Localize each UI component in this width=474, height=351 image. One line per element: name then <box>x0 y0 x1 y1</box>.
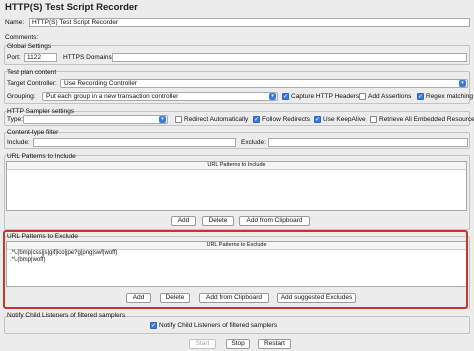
start-button[interactable]: Start <box>189 339 216 349</box>
grouping-value: Put each group in a new transaction cont… <box>46 93 179 100</box>
include-patterns-legend: URL Patterns to Include <box>7 153 76 160</box>
include-label: Include: <box>7 139 30 146</box>
grouping-label: Grouping: <box>7 93 36 100</box>
target-controller-label: Target Controller: <box>7 80 57 87</box>
include-patterns-header: URL Patterns to Include <box>7 162 466 170</box>
add-assertions-label: Add Assertions <box>368 93 412 100</box>
notify-label: Notify Child Listeners of filtered sampl… <box>159 322 278 329</box>
type-label: Type: <box>7 116 23 123</box>
page-title: HTTP(S) Test Script Recorder <box>5 2 138 13</box>
include-add-button[interactable]: Add <box>171 216 196 226</box>
comments-label: Comments: <box>5 34 39 41</box>
include-patterns-table[interactable]: URL Patterns to Include <box>6 161 467 211</box>
chevron-down-icon: ▾ <box>269 93 276 100</box>
notify-checkbox[interactable]: ✓ <box>150 322 157 329</box>
target-controller-value: Use Recording Controller <box>64 80 137 87</box>
stop-button[interactable]: Stop <box>226 339 250 349</box>
use-keepalive-checkbox[interactable]: ✓ <box>314 116 321 123</box>
type-select[interactable]: ▾ <box>23 115 168 124</box>
redirect-automatically-checkbox[interactable] <box>175 116 182 123</box>
highlight-box <box>3 230 468 309</box>
use-keepalive-label: Use KeepAlive <box>323 116 366 123</box>
notify-legend: Notify Child Listeners of filtered sampl… <box>7 312 126 319</box>
https-domains-label: HTTPS Domains : <box>63 54 116 61</box>
capture-headers-checkbox[interactable]: ✓ <box>282 93 289 100</box>
port-field[interactable]: 1122 <box>24 53 57 62</box>
target-controller-select[interactable]: Use Recording Controller ▾ <box>60 79 468 88</box>
redirect-automatically-label: Redirect Automatically <box>184 116 249 123</box>
retrieve-embedded-label: Retrieve All Embedded Resources <box>379 116 474 123</box>
follow-redirects-checkbox[interactable]: ✓ <box>253 116 260 123</box>
grouping-select[interactable]: Put each group in a new transaction cont… <box>42 92 278 101</box>
regex-matching-label: Regex matching <box>426 93 473 100</box>
global-settings-legend: Global Settings <box>7 43 52 50</box>
include-delete-button[interactable]: Delete <box>202 216 234 226</box>
exclude-label: Exclude: <box>241 139 266 146</box>
add-assertions-checkbox[interactable] <box>359 93 366 100</box>
chevron-down-icon: ▾ <box>459 80 466 87</box>
regex-matching-checkbox[interactable]: ✓ <box>417 93 424 100</box>
test-plan-legend: Test plan content <box>7 69 57 76</box>
https-domains-field[interactable] <box>112 53 467 62</box>
capture-headers-label: Capture HTTP Headers <box>291 93 360 100</box>
include-field[interactable] <box>33 138 236 147</box>
name-label: Name: <box>5 19 25 26</box>
name-field[interactable]: HTTP(S) Test Script Recorder <box>29 18 470 27</box>
include-add-clipboard-button[interactable]: Add from Clipboard <box>239 216 310 226</box>
content-type-legend: Content-type filter <box>7 129 59 136</box>
port-label: Port: <box>7 54 21 61</box>
restart-button[interactable]: Restart <box>258 339 291 349</box>
follow-redirects-label: Follow Redirects <box>262 116 311 123</box>
retrieve-embedded-checkbox[interactable] <box>370 116 377 123</box>
exclude-field[interactable] <box>268 138 468 147</box>
chevron-down-icon: ▾ <box>159 116 166 123</box>
